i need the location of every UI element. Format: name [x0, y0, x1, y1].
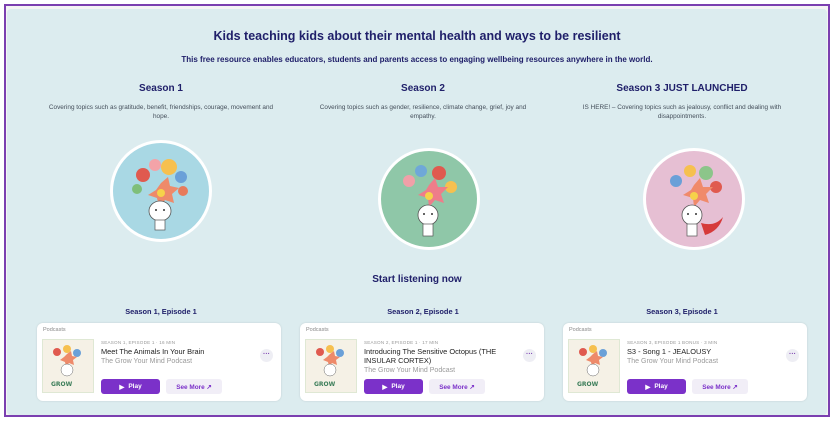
episode-heading-season-3: Season 3, Episode 1 — [646, 307, 718, 316]
start-listening-heading: Start listening now — [372, 274, 462, 285]
episode-heading-season-2: Season 2, Episode 1 — [387, 307, 459, 316]
podcasts-logo: Podcasts — [306, 327, 329, 333]
season-1-column: Season 1 Covering topics such as gratitu… — [41, 83, 281, 121]
season-2-illustration — [378, 148, 480, 250]
podcasts-logo: Podcasts — [569, 327, 592, 333]
see-more-button[interactable]: See More ↗ — [692, 379, 748, 394]
podcast-show-name[interactable]: The Grow Your Mind Podcast — [101, 358, 192, 365]
more-options-button[interactable]: ··· — [786, 349, 799, 362]
podcast-embed-card: Podcasts GROW SEASON 1, EPISODE 1 · 16 M… — [37, 323, 281, 401]
season-2-title: Season 2 — [401, 83, 445, 94]
season-2-description: Covering topics such as gender, resilien… — [319, 104, 527, 120]
episode-title[interactable]: Meet The Animals In Your Brain — [101, 347, 265, 356]
podcast-embed-card: Podcasts GROW SEASON 3, EPISODE 1 BONUS … — [563, 323, 807, 401]
podcast-artwork[interactable]: GROW — [568, 339, 620, 393]
page-subheadline: This free resource enables educators, st… — [181, 55, 653, 64]
more-options-button[interactable]: ··· — [523, 349, 536, 362]
episode-heading-season-1: Season 1, Episode 1 — [125, 307, 197, 316]
season-3-column: Season 3 JUST LAUNCHED IS HERE! – Coveri… — [562, 83, 802, 121]
see-more-button[interactable]: See More ↗ — [166, 379, 222, 394]
podcasts-logo: Podcasts — [43, 327, 66, 333]
play-icon: ▶ — [382, 383, 388, 391]
svg-text:GROW: GROW — [51, 381, 73, 388]
episode-title[interactable]: Introducing The Sensitive Octopus (THE I… — [364, 347, 528, 365]
more-options-button[interactable]: ··· — [260, 349, 273, 362]
season-2-column: Season 2 Covering topics such as gender,… — [303, 83, 543, 121]
season-1-title: Season 1 — [139, 83, 183, 94]
page-headline: Kids teaching kids about their mental he… — [213, 29, 621, 43]
episode-meta: SEASON 3, EPISODE 1 BONUS · 3 MIN — [627, 340, 718, 345]
podcast-embed-card: Podcasts GROW SEASON 2, EPISODE 1 · 17 M… — [300, 323, 544, 401]
season-1-description: Covering topics such as gratitude, benef… — [48, 104, 274, 120]
episode-meta: SEASON 1, EPISODE 1 · 16 MIN — [101, 340, 176, 345]
episode-meta: SEASON 2, EPISODE 1 · 17 MIN — [364, 340, 439, 345]
season-3-title: Season 3 JUST LAUNCHED — [616, 83, 748, 94]
podcast-show-name[interactable]: The Grow Your Mind Podcast — [627, 358, 718, 365]
content-panel: Kids teaching kids about their mental he… — [7, 9, 827, 415]
see-more-button[interactable]: See More ↗ — [429, 379, 485, 394]
episode-title[interactable]: S3 - Song 1 - JEALOUSY — [627, 347, 791, 356]
play-button[interactable]: ▶ Play — [627, 379, 686, 394]
podcast-artwork[interactable]: GROW — [305, 339, 357, 393]
season-3-description: IS HERE! – Covering topics such as jealo… — [582, 104, 782, 120]
season-1-illustration — [110, 140, 212, 242]
play-button[interactable]: ▶ Play — [364, 379, 423, 394]
play-icon: ▶ — [645, 383, 651, 391]
podcast-artwork[interactable]: GROW — [42, 339, 94, 393]
svg-text:GROW: GROW — [577, 381, 599, 388]
svg-text:GROW: GROW — [314, 381, 336, 388]
podcast-show-name[interactable]: The Grow Your Mind Podcast — [364, 367, 455, 374]
season-3-illustration — [643, 148, 745, 250]
play-icon: ▶ — [119, 383, 125, 391]
play-button[interactable]: ▶ Play — [101, 379, 160, 394]
